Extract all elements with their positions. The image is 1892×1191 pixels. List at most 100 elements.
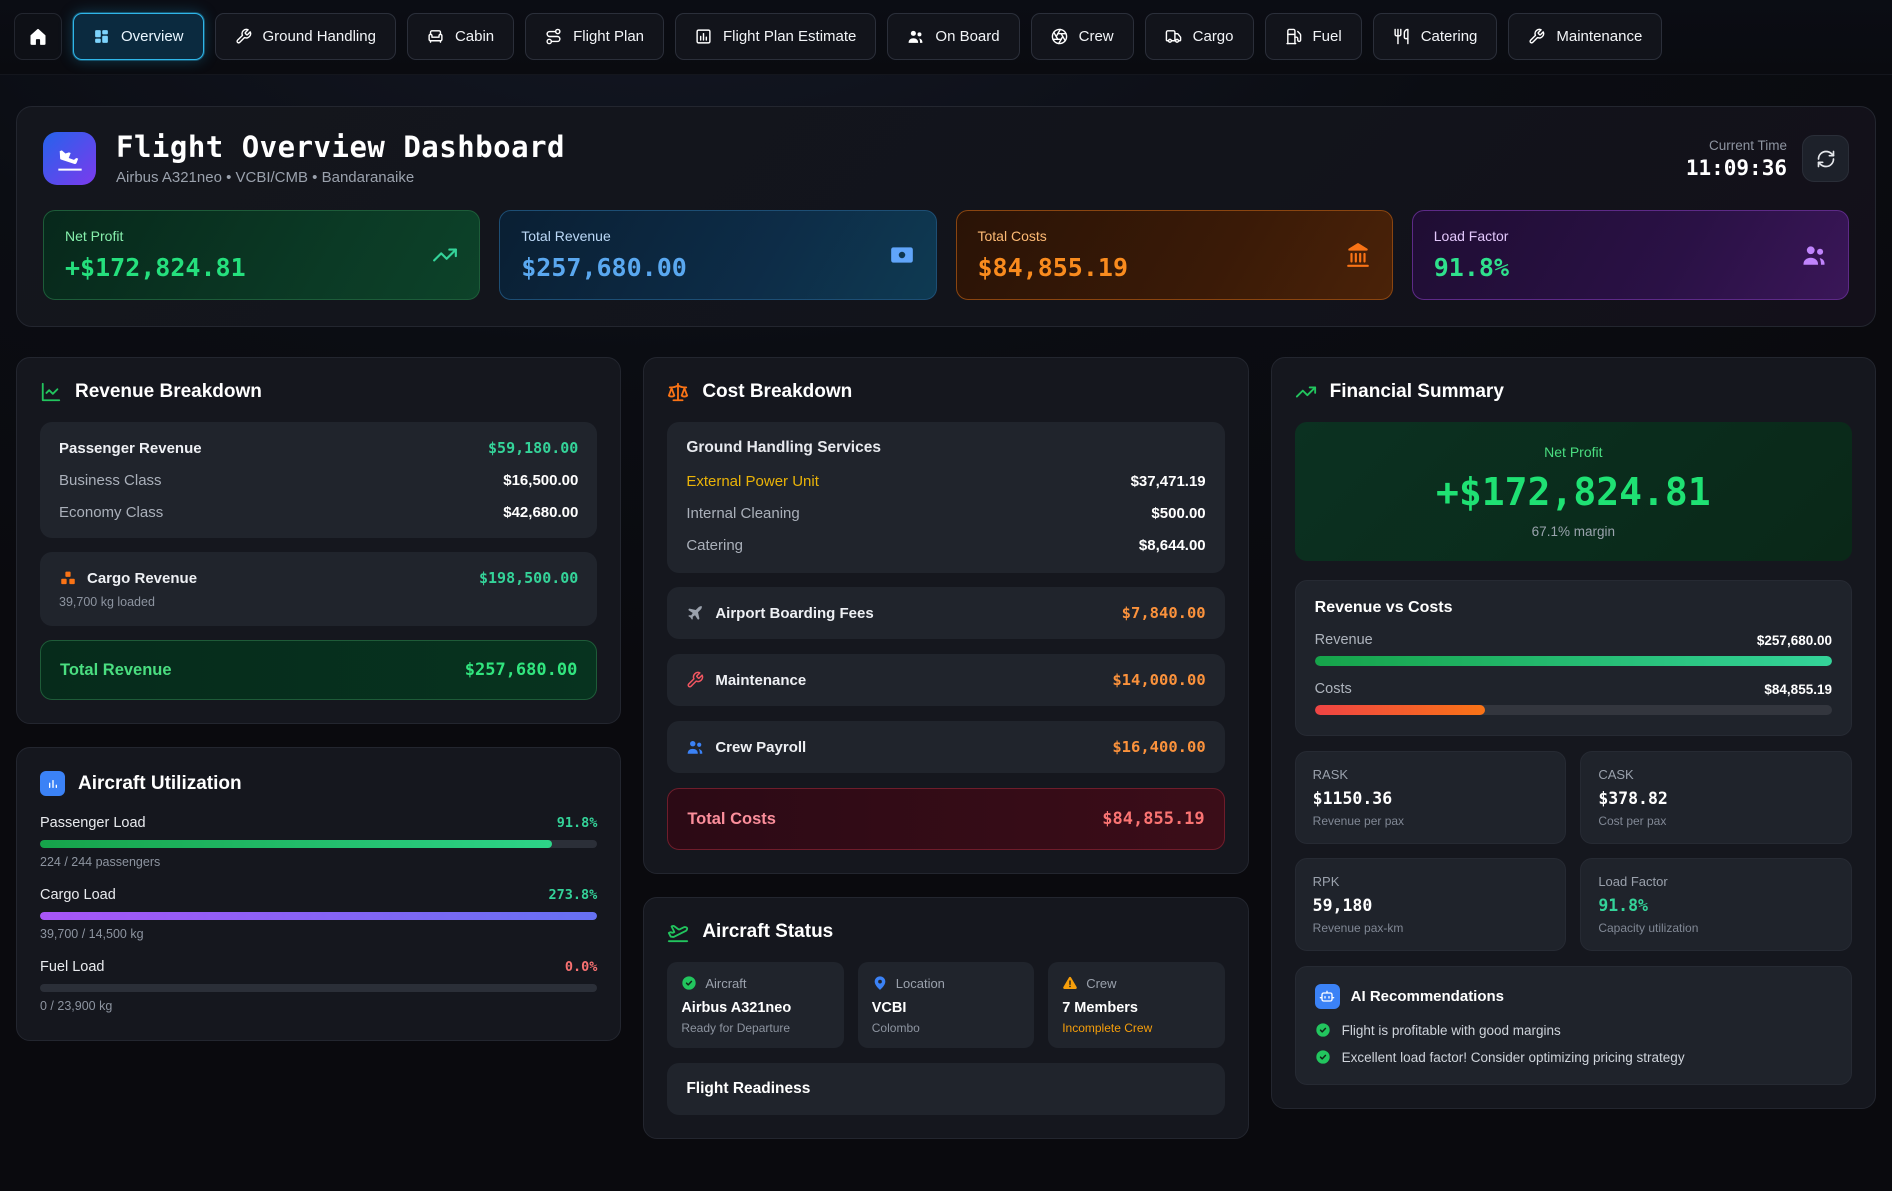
status-card-value: 7 Members [1062, 1000, 1210, 1016]
tab-cargo[interactable]: Cargo [1145, 13, 1254, 60]
util-percent: 273.8% [549, 887, 598, 903]
status-card-value: Airbus A321neo [681, 1000, 829, 1016]
costs-bar-value: $84,855.19 [1764, 682, 1832, 697]
cost-item-value: $37,471.19 [1131, 473, 1206, 490]
tab-catering[interactable]: Catering [1373, 13, 1498, 60]
kpi-label: Load Factor [1598, 874, 1834, 889]
tab-maintenance[interactable]: Maintenance [1508, 13, 1662, 60]
home-button[interactable] [14, 13, 62, 60]
passenger-revenue-label: Passenger Revenue [59, 440, 202, 457]
revenue-bar-track [1315, 656, 1832, 666]
util-label: Cargo Load [40, 887, 116, 903]
kpi-note: Revenue per pax [1313, 814, 1549, 828]
column-right: Financial Summary Net Profit +$172,824.8… [1271, 357, 1876, 1139]
stat-card-total-revenue: Total Revenue$257,680.00 [499, 210, 936, 300]
util-detail: 224 / 244 passengers [40, 855, 597, 869]
cost-row-airport-boarding-fees: Airport Boarding Fees$7,840.00 [667, 587, 1224, 639]
cargo-revenue-box: Cargo Revenue $198,500.00 39,700 kg load… [40, 552, 597, 626]
line-chart-icon [40, 381, 62, 403]
total-revenue-label: Total Revenue [60, 661, 172, 680]
kpi-value: $1150.36 [1313, 789, 1549, 808]
status-card-label: Crew [1086, 976, 1116, 991]
alert-triangle-icon [1062, 975, 1078, 991]
revenue-bar-fill [1315, 656, 1832, 666]
stat-card-total-costs: Total Costs $84,855.19 [956, 210, 1393, 300]
scale-icon [667, 381, 689, 403]
tab-ground-handling[interactable]: Ground Handling [215, 13, 396, 60]
armchair-icon [427, 28, 444, 45]
cost-row-value: $14,000.00 [1112, 671, 1205, 689]
aperture-icon [1051, 28, 1068, 45]
flight-readiness-title: Flight Readiness [686, 1080, 810, 1097]
tab-fuel[interactable]: Fuel [1265, 13, 1362, 60]
aircraft-status-title: Aircraft Status [667, 921, 1224, 943]
cargo-revenue-label: Cargo Revenue [87, 570, 197, 587]
stat-label: Total Costs [978, 228, 1129, 244]
cost-item-value: $500.00 [1151, 505, 1205, 522]
plane-landing-icon [56, 145, 84, 173]
map-pin-icon [872, 975, 888, 991]
status-card-note: Colombo [872, 1021, 1020, 1035]
revenue-vs-costs-box: Revenue vs Costs Revenue $257,680.00 Cos… [1295, 580, 1852, 736]
plane-icon [686, 604, 704, 622]
current-time-label: Current Time [1686, 138, 1787, 153]
top-nav: OverviewGround HandlingCabinFlight PlanF… [0, 0, 1892, 75]
boxes-icon [59, 569, 77, 587]
fuel-icon [1285, 28, 1302, 45]
utensils-icon [1393, 28, 1410, 45]
revenue-vs-costs-title: Revenue vs Costs [1315, 599, 1832, 617]
kpi-note: Revenue pax-km [1313, 921, 1549, 935]
total-costs-label: Total Costs [687, 810, 776, 829]
kpi-card-rpk: RPK 59,180 Revenue pax-km [1295, 858, 1567, 951]
cost-row-label: Maintenance [715, 672, 806, 689]
current-time-block: Current Time 11:09:36 [1686, 138, 1787, 180]
economy-class-label: Economy Class [59, 504, 163, 521]
main-grid: Revenue Breakdown Passenger Revenue $59,… [0, 357, 1892, 1139]
tab-cabin[interactable]: Cabin [407, 13, 514, 60]
refresh-button[interactable] [1802, 135, 1849, 182]
kpi-label: CASK [1598, 767, 1834, 782]
plane-takeoff-icon [667, 921, 689, 943]
cost-breakdown-panel: Cost Breakdown Ground Handling Services … [643, 357, 1248, 874]
progress-track [40, 840, 597, 848]
status-card-label: Location [896, 976, 945, 991]
cargo-note: 39,700 kg loaded [59, 595, 578, 609]
ai-items: Flight is profitable with good marginsEx… [1315, 1022, 1832, 1065]
passenger-revenue-value: $59,180.00 [488, 439, 578, 457]
cost-item-label: Internal Cleaning [686, 505, 799, 522]
revenue-breakdown-title: Revenue Breakdown [40, 381, 597, 403]
kpi-value: $378.82 [1598, 789, 1834, 808]
refresh-icon [1816, 149, 1836, 169]
dashboard-icon [93, 28, 110, 45]
tab-flight-plan[interactable]: Flight Plan [525, 13, 664, 60]
net-profit-label: Net Profit [1317, 444, 1830, 460]
tab-overview[interactable]: Overview [73, 13, 204, 60]
progress-track [40, 912, 597, 920]
kpi-value: 59,180 [1313, 896, 1549, 915]
check-circle-icon [1315, 1049, 1331, 1065]
total-costs-box: Total Costs $84,855.19 [667, 788, 1224, 850]
kpi-label: RPK [1313, 874, 1549, 889]
tab-flight-plan-estimate[interactable]: Flight Plan Estimate [675, 13, 876, 60]
cost-row-value: $7,840.00 [1122, 604, 1206, 622]
util-detail: 39,700 / 14,500 kg [40, 927, 597, 941]
revenue-bar-value: $257,680.00 [1757, 633, 1832, 648]
stat-value: $84,855.19 [978, 253, 1129, 282]
stat-card-net-profit: Net Profit+$172,824.81 [43, 210, 480, 300]
kpi-card-load-factor: Load Factor91.8%Capacity utilization [1580, 858, 1852, 951]
util-fuel-load: Fuel Load0.0%0 / 23,900 kg [40, 959, 597, 1013]
tab-on-board[interactable]: On Board [887, 13, 1019, 60]
home-icon [28, 27, 48, 47]
util-detail: 0 / 23,900 kg [40, 999, 597, 1013]
util-label: Fuel Load [40, 959, 105, 975]
financial-summary-panel: Financial Summary Net Profit +$172,824.8… [1271, 357, 1876, 1109]
tab-crew[interactable]: Crew [1031, 13, 1134, 60]
cost-breakdown-title: Cost Breakdown [667, 381, 1224, 403]
ground-handling-items: External Power Unit$37,471.19Internal Cl… [686, 473, 1205, 554]
status-card-label: Aircraft [705, 976, 746, 991]
cargo-revenue-value: $198,500.00 [479, 569, 578, 587]
page-title: Flight Overview Dashboard [116, 131, 565, 164]
ai-recommendation-text: Excellent load factor! Consider optimizi… [1342, 1050, 1685, 1065]
page-subtitle: Airbus A321neo • VCBI/CMB • Bandaranaike [116, 169, 565, 186]
costs-bar-label: Costs [1315, 681, 1352, 697]
